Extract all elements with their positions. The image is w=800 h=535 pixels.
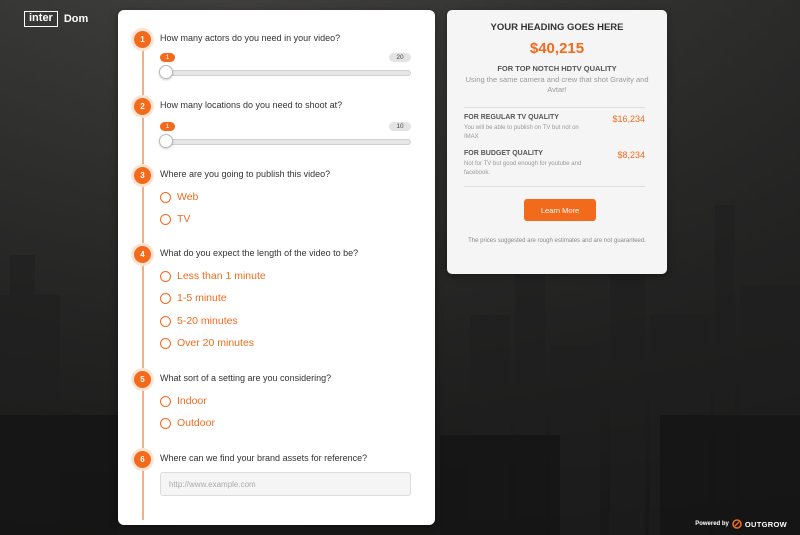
radio-button[interactable] [160, 395, 171, 407]
tier-description: You will be able to publish on TV but no… [464, 125, 579, 140]
questionnaire-card: 1 How many actors do you need in your vi… [118, 10, 435, 525]
disclaimer-note: The prices suggested are rough estimates… [468, 238, 646, 244]
tier-description: Not for TV but good enough for youtube a… [464, 161, 582, 176]
learn-more-button[interactable]: Learn More [524, 199, 596, 221]
tier-price: $16,234 [612, 114, 645, 124]
option-label: Less than 1 minute [177, 270, 266, 282]
question-number-badge: 5 [134, 371, 151, 388]
option-1-5-minute[interactable]: 1-5 minute [160, 291, 227, 305]
option-outdoor[interactable]: Outdoor [160, 416, 215, 430]
slider-max-value: 20 [389, 53, 411, 62]
radio-button[interactable] [160, 191, 171, 203]
result-description: Using the same camera and crew that shot… [465, 75, 649, 94]
locations-slider[interactable]: 1 10 [159, 122, 411, 162]
question-number-badge: 3 [134, 167, 151, 184]
brand-logo: inter Dom [24, 11, 94, 27]
slider-track[interactable] [160, 70, 411, 76]
option-label: Outdoor [177, 417, 215, 429]
question-number-badge: 6 [134, 451, 151, 468]
question-title: What do you expect the length of the vid… [160, 248, 359, 258]
question-title: Where are you going to publish this vide… [160, 169, 331, 179]
option-label: Web [177, 191, 199, 203]
brand-logo-part2: Dom [63, 13, 89, 25]
question-title: What sort of a setting are you consideri… [160, 373, 332, 383]
question-title: How many locations do you need to shoot … [160, 100, 343, 110]
powered-by-label: Powered by [695, 521, 729, 527]
slider-max-value: 10 [389, 122, 411, 131]
radio-button[interactable] [160, 213, 171, 225]
option-indoor[interactable]: Indoor [160, 394, 207, 408]
option-5-20-minutes[interactable]: 5-20 minutes [160, 314, 238, 328]
slider-min-value: 1 [160, 122, 175, 131]
question-title: How many actors do you need in your vide… [160, 33, 341, 43]
divider [464, 186, 645, 187]
slider-thumb[interactable] [159, 65, 173, 79]
question-number-badge: 1 [134, 31, 151, 48]
powered-by-footer[interactable]: Powered by OUTGROW [695, 519, 787, 529]
question-number-badge: 4 [134, 246, 151, 263]
tier-name: FOR REGULAR TV QUALITY [464, 114, 559, 121]
radio-button[interactable] [160, 292, 171, 304]
outgrow-brand-name: OUTGROW [744, 519, 787, 529]
radio-button[interactable] [160, 315, 171, 327]
result-heading: YOUR HEADING GOES HERE [490, 22, 624, 33]
option-label: Indoor [177, 395, 207, 407]
question-title: Where can we find your brand assets for … [160, 453, 368, 463]
option-label: Over 20 minutes [177, 337, 255, 349]
result-price: $40,215 [529, 40, 585, 57]
radio-button[interactable] [160, 270, 171, 282]
option-over-20-minutes[interactable]: Over 20 minutes [160, 336, 254, 350]
option-tv[interactable]: TV [160, 212, 190, 226]
actors-slider[interactable]: 1 20 [159, 53, 411, 93]
tier-name: FOR BUDGET QUALITY [464, 150, 543, 157]
radio-button[interactable] [160, 417, 171, 429]
option-label: TV [177, 213, 191, 225]
brand-logo-part1: inter [24, 11, 58, 27]
slider-thumb[interactable] [159, 134, 173, 148]
option-label: 5-20 minutes [177, 315, 238, 327]
result-card: YOUR HEADING GOES HERE $40,215 FOR TOP N… [447, 10, 667, 274]
option-less-than-1-minute[interactable]: Less than 1 minute [160, 269, 266, 283]
outgrow-logo-icon [732, 519, 742, 529]
option-label: 1-5 minute [177, 292, 227, 304]
option-web[interactable]: Web [160, 190, 198, 204]
slider-track[interactable] [160, 139, 411, 145]
brand-assets-url-input[interactable] [160, 472, 411, 496]
divider [464, 107, 645, 108]
question-number-badge: 2 [134, 98, 151, 115]
slider-min-value: 1 [160, 53, 175, 62]
result-subheading: FOR TOP NOTCH HDTV QUALITY [497, 64, 617, 73]
radio-button[interactable] [160, 337, 171, 349]
tier-price: $8,234 [617, 150, 645, 160]
